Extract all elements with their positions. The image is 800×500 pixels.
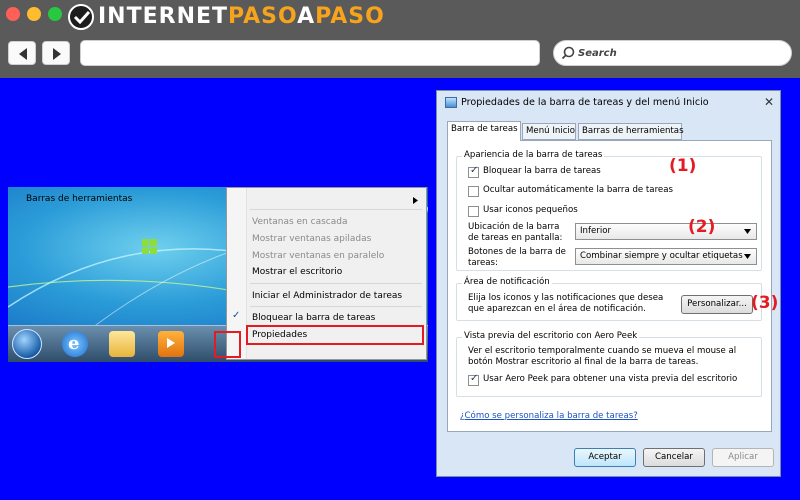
back-button[interactable] xyxy=(8,41,36,65)
checkmark-icon: ✓ xyxy=(232,310,241,321)
address-bar[interactable] xyxy=(80,40,540,66)
start-button[interactable] xyxy=(12,329,42,359)
small-icons-checkbox[interactable] xyxy=(468,206,479,217)
browser-chrome: INTERNETPASOAPASO xyxy=(0,0,800,78)
apply-button[interactable]: Aplicar xyxy=(712,448,774,467)
chevron-down-icon xyxy=(744,254,751,259)
appearance-group-title: Apariencia de la barra de tareas xyxy=(462,150,605,160)
search-icon xyxy=(561,46,575,60)
autohide-checkbox[interactable] xyxy=(468,186,479,197)
buttons-select[interactable]: Combinar siempre y ocultar etiquetas xyxy=(575,248,757,265)
menu-separator xyxy=(250,283,422,284)
lock-taskbar-checkbox[interactable]: ✓ xyxy=(468,165,479,178)
buttons-select-value: Combinar siempre y ocultar etiquetas xyxy=(580,251,743,261)
tab-taskbar[interactable]: Barra de tareas xyxy=(447,121,521,141)
dialog-title-icon xyxy=(445,97,457,108)
small-icons-label: Usar iconos pequeños xyxy=(483,205,578,215)
chevron-down-icon xyxy=(744,229,751,234)
menu-item-show-desktop[interactable]: Mostrar el escritorio xyxy=(252,267,342,277)
aero-peek-group-title: Vista previa del escritorio con Aero Pee… xyxy=(462,331,640,341)
aero-peek-label: Usar Aero Peek para obtener una vista pr… xyxy=(483,374,738,384)
help-link[interactable]: ¿Cómo se personaliza la barra de tareas? xyxy=(460,411,638,421)
location-select[interactable]: Inferior xyxy=(575,223,757,240)
customize-button[interactable]: Personalizar... xyxy=(681,295,753,314)
buttons-label: Botones de la barra de tareas: xyxy=(468,247,566,268)
maximize-window-icon[interactable] xyxy=(48,7,62,21)
notification-group-title: Área de notificación xyxy=(462,277,552,287)
menu-item-task-manager[interactable]: Iniciar el Administrador de tareas xyxy=(252,291,402,301)
close-icon[interactable]: ✕ xyxy=(764,95,774,109)
menu-item-cascade[interactable]: Ventanas en cascada xyxy=(252,217,347,227)
lock-taskbar-label: Bloquear la barra de tareas xyxy=(483,166,601,176)
arrow-right-icon xyxy=(53,48,61,60)
file-explorer-icon[interactable] xyxy=(109,331,135,357)
autohide-label: Ocultar automáticamente la barra de tare… xyxy=(483,185,673,195)
menu-item-side-by-side[interactable]: Mostrar ventanas en paralelo xyxy=(252,251,384,261)
tab-panel: Apariencia de la barra de tareas ✓ Bloqu… xyxy=(447,140,772,432)
aero-peek-description: Ver el escritorio temporalmente cuando s… xyxy=(468,346,737,367)
logo-part-internet: INTERNET xyxy=(98,4,229,29)
taskbar-properties-dialog: Propiedades de la barra de tareas y del … xyxy=(436,90,781,477)
search-input[interactable] xyxy=(578,45,778,61)
logo-part-paso: PASO xyxy=(228,4,298,29)
properties-highlight xyxy=(246,325,424,345)
tab-start-menu[interactable]: Menú Inicio xyxy=(522,123,576,140)
search-box[interactable] xyxy=(553,40,792,66)
menu-separator xyxy=(250,209,422,210)
annotation-2: (2) xyxy=(688,217,716,237)
menu-separator xyxy=(250,306,422,307)
cancel-button[interactable]: Cancelar xyxy=(643,448,705,467)
checkmark-icon: ✓ xyxy=(470,165,479,176)
logo-part-a: A xyxy=(297,4,316,29)
location-label: Ubicación de la barra de tareas en panta… xyxy=(468,222,563,243)
close-window-icon[interactable] xyxy=(6,7,20,21)
menu-item-toolbars[interactable]: Barras de herramientas xyxy=(26,194,132,204)
site-logo[interactable]: INTERNETPASOAPASO xyxy=(98,4,385,29)
internet-explorer-icon[interactable]: e xyxy=(62,331,88,357)
annotation-3: (3) xyxy=(751,293,779,313)
checkmark-icon: ✓ xyxy=(470,373,479,384)
accept-button[interactable]: Aceptar xyxy=(574,448,636,467)
submenu-arrow-icon xyxy=(413,197,418,204)
aero-peek-checkbox[interactable]: ✓ xyxy=(468,373,479,386)
notification-description: Elija los iconos y las notificaciones qu… xyxy=(468,293,664,314)
location-select-value: Inferior xyxy=(580,226,612,236)
logo-part-paso-2: PASO xyxy=(315,4,385,29)
media-player-icon[interactable] xyxy=(158,331,184,357)
tab-toolbars[interactable]: Barras de herramientas xyxy=(578,123,684,140)
arrow-left-icon xyxy=(19,48,27,60)
logo-icon xyxy=(68,4,94,30)
menu-item-lock-taskbar[interactable]: Bloquear la barra de tareas xyxy=(252,313,375,323)
annotation-1: (1) xyxy=(669,156,697,176)
menu-item-stacked[interactable]: Mostrar ventanas apiladas xyxy=(252,234,371,244)
minimize-window-icon[interactable] xyxy=(27,7,41,21)
forward-button[interactable] xyxy=(42,41,70,65)
taskbar-click-highlight xyxy=(214,331,241,358)
dialog-title: Propiedades de la barra de tareas y del … xyxy=(461,97,709,108)
